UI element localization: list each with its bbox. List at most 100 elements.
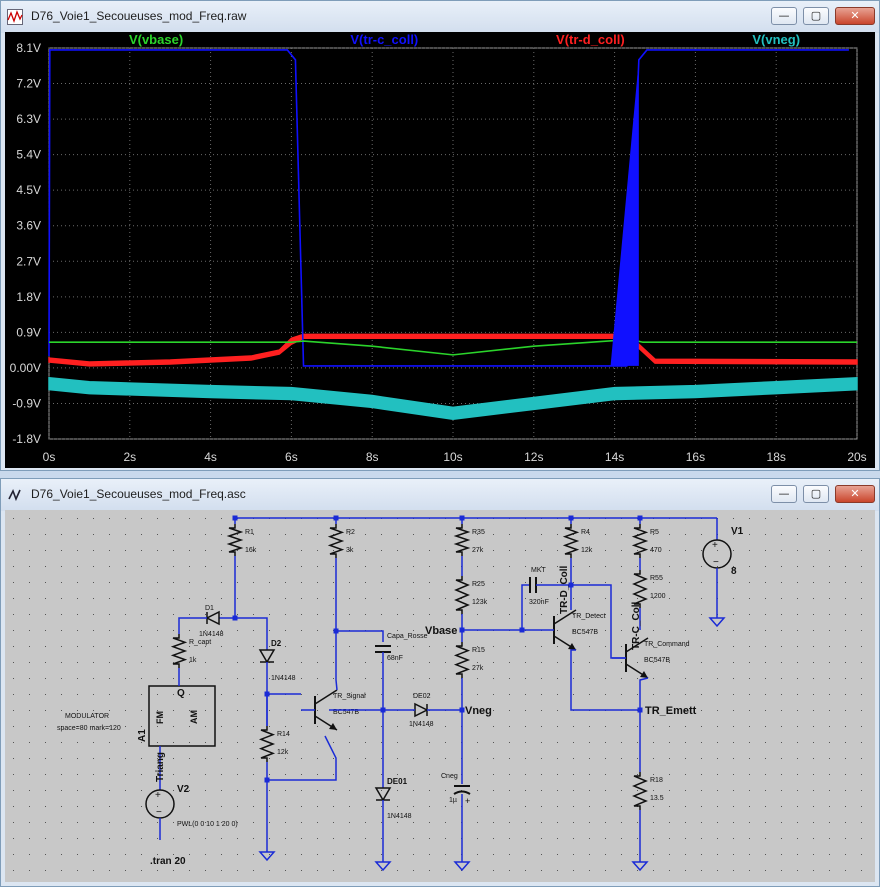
grid-dot (493, 870, 494, 871)
grid-dot (845, 726, 846, 727)
grid-dot (285, 870, 286, 871)
grid-dot (829, 582, 830, 583)
resistor (327, 524, 345, 558)
grid-dot (477, 806, 478, 807)
minimize-button[interactable]: — (771, 485, 797, 503)
y-tick-label: 2.7V (16, 254, 41, 268)
grid-dot (125, 838, 126, 839)
grid-dot (365, 614, 366, 615)
grid-dot (45, 822, 46, 823)
grid-dot (269, 806, 270, 807)
grid-dot (429, 678, 430, 679)
grid-dot (685, 694, 686, 695)
grid-dot (109, 582, 110, 583)
grid-dot (397, 870, 398, 871)
grid-dot (221, 758, 222, 759)
grid-dot (749, 758, 750, 759)
grid-dot (301, 790, 302, 791)
grid-dot (733, 774, 734, 775)
grid-dot (493, 822, 494, 823)
grid-dot (813, 710, 814, 711)
grid-dot (397, 598, 398, 599)
schematic-title-bar[interactable]: D76_Voie1_Secoueuses_mod_Freq.asc — ▢ ✕ (1, 479, 879, 511)
grid-dot (861, 774, 862, 775)
grid-dot (205, 742, 206, 743)
ground-symbol (708, 606, 726, 628)
grid-dot (189, 758, 190, 759)
grid-dot (45, 854, 46, 855)
grid-dot (141, 678, 142, 679)
grid-dot (845, 678, 846, 679)
grid-dot (77, 550, 78, 551)
grid-dot (77, 710, 78, 711)
grid-dot (557, 822, 558, 823)
grid-dot (541, 790, 542, 791)
grid-dot (637, 870, 638, 871)
grid-dot (509, 646, 510, 647)
grid-dot (701, 854, 702, 855)
schematic-label: 320nF (529, 599, 549, 606)
grid-dot (109, 870, 110, 871)
grid-dot (365, 758, 366, 759)
waveform-title-bar[interactable]: D76_Voie1_Secoueuses_mod_Freq.raw — ▢ ✕ (1, 1, 879, 33)
grid-dot (397, 662, 398, 663)
grid-dot (317, 790, 318, 791)
grid-dot (93, 550, 94, 551)
grid-dot (557, 582, 558, 583)
grid-dot (77, 822, 78, 823)
grid-dot (637, 774, 638, 775)
grid-dot (797, 742, 798, 743)
grid-dot (813, 742, 814, 743)
grid-dot (237, 534, 238, 535)
grid-dot (749, 838, 750, 839)
wire (335, 662, 338, 691)
grid (48, 47, 858, 440)
grid-dot (701, 774, 702, 775)
grid-dot (509, 758, 510, 759)
grid-dot (445, 870, 446, 871)
close-button[interactable]: ✕ (835, 7, 875, 25)
close-button[interactable]: ✕ (835, 485, 875, 503)
diode (374, 787, 392, 802)
grid-dot (29, 614, 30, 615)
grid-dot (77, 854, 78, 855)
grid-dot (285, 662, 286, 663)
schematic-label: 12k (581, 547, 593, 554)
grid-dot (365, 662, 366, 663)
grid-dot (109, 710, 110, 711)
grid-dot (285, 534, 286, 535)
grid-dot (765, 710, 766, 711)
schematic-label: R25 (472, 581, 485, 588)
maximize-button[interactable]: ▢ (803, 485, 829, 503)
grid-dot (221, 646, 222, 647)
schematic-canvas[interactable]: R116kD11N4148R_capt1kD21N4148R1412kR23kT… (5, 510, 875, 882)
grid-dot (637, 550, 638, 551)
grid-dot (653, 806, 654, 807)
grid-dot (29, 582, 30, 583)
grid-dot (749, 566, 750, 567)
grid-dot (509, 662, 510, 663)
grid-dot (45, 758, 46, 759)
grid-dot (621, 550, 622, 551)
grid-dot (653, 758, 654, 759)
grid-dot (333, 678, 334, 679)
grid-dot (477, 742, 478, 743)
grid-dot (77, 630, 78, 631)
grid-dot (109, 646, 110, 647)
grid-dot (669, 550, 670, 551)
grid-dot (637, 822, 638, 823)
grid-dot (45, 614, 46, 615)
grid-dot (669, 758, 670, 759)
grid-dot (621, 694, 622, 695)
grid-dot (93, 822, 94, 823)
waveform-plot[interactable]: 8.1V 7.2V 6.3V 5.4V 4.5V 3.6V 2.7V 1.8V 0.9V 0.00… (5, 32, 875, 468)
maximize-button[interactable]: ▢ (803, 7, 829, 25)
grid-dot (77, 646, 78, 647)
minimize-button[interactable]: — (771, 7, 797, 25)
grid-dot (669, 694, 670, 695)
grid-dot (605, 774, 606, 775)
resistor (631, 524, 649, 558)
grid-dot (333, 806, 334, 807)
grid-dot (285, 646, 286, 647)
grid-dot (829, 822, 830, 823)
